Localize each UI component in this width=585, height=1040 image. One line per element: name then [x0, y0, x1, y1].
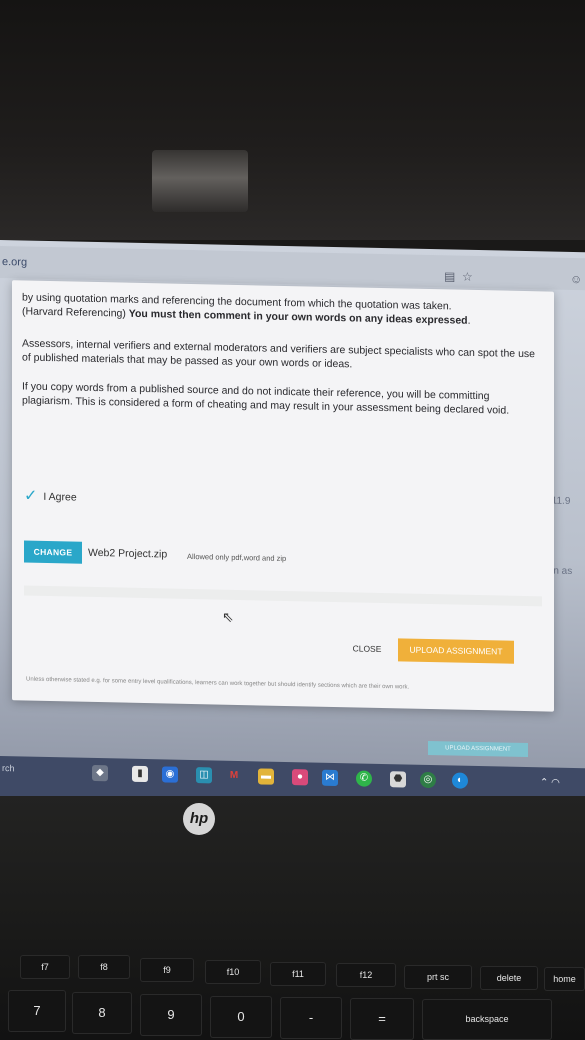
agree-label: I Agree	[43, 490, 77, 504]
key-home[interactable]: home	[544, 967, 585, 991]
key-7[interactable]: 7	[8, 990, 66, 1032]
star-icon[interactable]: ☆	[462, 270, 473, 284]
key-f10[interactable]: f10	[205, 960, 261, 984]
close-button[interactable]: CLOSE	[346, 638, 388, 659]
footnote: Unless otherwise stated e.g. for some en…	[26, 676, 410, 691]
modal-paragraph: by using quotation marks and referencing…	[22, 291, 471, 327]
store-icon[interactable]: ◫	[196, 767, 212, 784]
taskbar-search[interactable]: rch	[2, 763, 15, 773]
key-backspace[interactable]: backspace	[422, 999, 552, 1040]
background-upload-button: UPLOAD ASSIGNMENT	[428, 740, 528, 758]
laptop-screen: e.org ▤ ☆ ☺ re.11.9 itten as UPLOAD ASSI…	[0, 240, 585, 808]
file-type-hint: Allowed only pdf,word and zip	[187, 551, 287, 563]
modal-paragraph: Assessors, internal verifiers and extern…	[22, 337, 535, 371]
plagiarism-upload-modal: by using quotation marks and referencing…	[12, 280, 554, 712]
agree-checkbox[interactable]: ✓ I Agree	[24, 487, 77, 505]
webcam-privacy-sticker	[152, 150, 248, 212]
mouse-cursor-icon: ⇖	[222, 608, 234, 625]
smiley-icon[interactable]: ☺	[570, 272, 582, 286]
key-9[interactable]: 9	[140, 994, 202, 1036]
whatsapp-icon[interactable]: ✆	[356, 770, 372, 787]
gmail-icon[interactable]: M	[226, 768, 242, 784]
key-equals[interactable]: =	[350, 998, 414, 1040]
change-file-button[interactable]: CHANGE	[24, 540, 82, 564]
hp-logo: hp	[183, 803, 215, 835]
checkmark-icon: ✓	[24, 487, 38, 505]
wifi-icon[interactable]: ⌃ ◠	[540, 777, 560, 788]
key-f9[interactable]: f9	[140, 958, 194, 982]
key-f12[interactable]: f12	[336, 963, 396, 987]
edge-browser-icon[interactable]: ◐	[452, 772, 468, 789]
key-delete[interactable]: delete	[480, 966, 538, 990]
reader-icon[interactable]: ▤	[444, 269, 455, 283]
key-f8[interactable]: f8	[78, 955, 130, 979]
edge-icon[interactable]: ◉	[162, 766, 178, 783]
vscode-icon[interactable]: ⋈	[322, 769, 338, 787]
ms-icon[interactable]: ◎	[420, 771, 436, 789]
address-bar[interactable]: e.org	[2, 256, 27, 269]
key-0[interactable]: 0	[210, 996, 272, 1038]
modal-paragraph: If you copy words from a published sourc…	[22, 380, 510, 417]
key-prtsc[interactable]: prt sc	[404, 965, 472, 989]
key-f7[interactable]: f7	[20, 955, 70, 979]
task-view-icon[interactable]: ▮	[132, 765, 148, 783]
divider	[24, 585, 542, 607]
laptop-bezel	[0, 0, 585, 240]
upload-assignment-button[interactable]: UPLOAD ASSIGNMENT	[398, 638, 514, 664]
key-8[interactable]: 8	[72, 992, 132, 1034]
key-f11[interactable]: f11	[270, 962, 326, 986]
paint-icon[interactable]: ●	[292, 769, 308, 786]
key-minus[interactable]: -	[280, 997, 342, 1039]
file-name: Web2 Project.zip	[88, 546, 168, 561]
wolf-app-icon[interactable]: ◆	[92, 764, 108, 782]
app-icon[interactable]: ⬣	[390, 771, 406, 788]
paragraph-text: (Harvard Referencing)	[22, 305, 129, 320]
file-explorer-icon[interactable]: ▬	[258, 768, 274, 785]
